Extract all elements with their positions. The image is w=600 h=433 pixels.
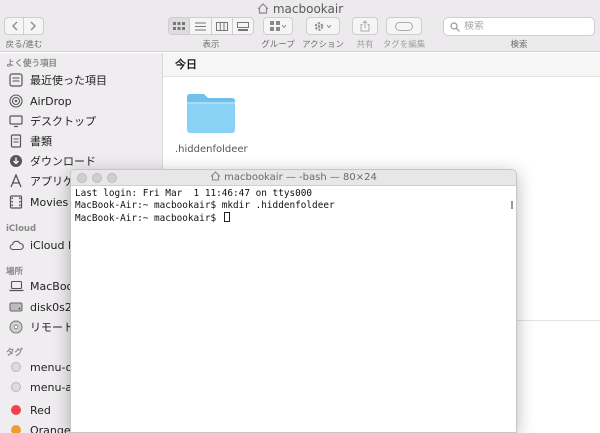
grid-icon [173,21,186,30]
terminal-title-text: macbookair — -bash — 80×24 [224,172,377,183]
window-title: macbookair [0,2,600,16]
terminal-scrollbar[interactable] [511,201,513,209]
back-forward-label: 戻る/進む [5,40,43,50]
search-label: 検索 [510,40,528,50]
forward-button[interactable] [24,17,44,35]
group-button[interactable] [263,17,293,35]
view-label: 表示 [202,40,220,50]
sidebar-item-remote-disc[interactable]: リモート [8,317,74,337]
sidebar-item-label: Red [30,403,51,417]
gallery-view-button[interactable] [233,18,253,34]
sidebar-item-label: ダウンロード [30,155,96,168]
terminal-titlebar[interactable]: macbookair — -bash — 80×24 [71,170,516,186]
share-button[interactable] [352,17,378,35]
desktop-icon [8,113,24,129]
icon-view-button[interactable] [169,18,191,34]
search-input[interactable] [464,21,584,32]
sidebar-item-applications[interactable]: アプリケ [8,171,74,191]
search-icon [450,21,460,32]
folder-item[interactable]: .hiddenfoldeer [175,91,248,155]
sidebar-item-desktop[interactable]: デスクトップ [8,111,96,131]
finder-toolbar: macbookair 戻る/進む 表示 グループ アクション 共有 タグを編集 … [0,0,600,52]
sidebar-item-airdrop[interactable]: AirDrop [8,91,72,111]
sidebar-item-label: デスクトップ [30,115,96,128]
sidebar-item-documents[interactable]: 書類 [8,131,52,151]
chevron-left-icon [11,21,17,31]
sidebar-item-label: menu-o [30,360,73,374]
group-grid-icon [270,21,286,31]
tag-icon [395,21,413,31]
sidebar-item-macbook[interactable]: MacBoo [8,276,73,296]
list-view-button[interactable] [190,18,212,34]
share-label: 共有 [356,40,374,50]
terminal-window[interactable]: macbookair — -bash — 80×24 Last login: F… [70,169,517,433]
airdrop-icon [8,93,24,109]
columns-icon [215,21,228,31]
document-icon [8,133,24,149]
terminal-line: Last login: Fri Mar 1 11:46:47 on ttys00… [75,188,313,199]
icloud-icon [8,237,24,253]
tag-color-dot [11,405,21,415]
edit-tags-label: タグを編集 [382,40,426,50]
sidebar-item-tag-red[interactable]: Red [8,400,51,420]
folder-icon [187,94,235,133]
download-icon [8,153,24,169]
sidebar-item-label: Orange [30,423,71,433]
sidebar-item-label: リモート [30,321,74,334]
applications-icon [8,173,24,189]
sidebar-item-label: menu-a [30,380,73,394]
action-label: アクション [301,40,345,50]
remote-disc-icon [8,319,24,335]
tag-color-dot [11,382,21,392]
group-label: グループ [261,40,295,50]
sidebar-item-label: 書類 [30,135,52,148]
gallery-icon [236,21,249,31]
movies-icon [8,194,24,210]
sidebar-item-label: 最近使った項目 [30,74,107,87]
terminal-prompt: MacBook-Air:~ macbookair$ [75,213,222,224]
sidebar-item-tag[interactable]: menu-o [8,357,72,377]
share-icon [360,20,370,32]
sidebar-item-movies[interactable]: Movies [8,192,68,212]
icloud-header: iCloud [6,224,37,234]
sidebar-item-label: disk0s2 [30,300,72,314]
terminal-title: macbookair — -bash — 80×24 [71,171,516,183]
back-button[interactable] [4,17,24,35]
tag-color-dot [11,425,21,433]
sidebar-item-tag[interactable]: menu-a [8,377,72,397]
clock-icon [8,72,24,88]
sidebar-item-recents[interactable]: 最近使った項目 [8,70,107,90]
sidebar-item-label: MacBoo [30,279,74,293]
view-mode-control [168,17,254,35]
folder-name: .hiddenfoldeer [175,144,248,155]
edit-tags-button[interactable] [386,17,422,35]
home-icon [210,171,221,181]
action-button[interactable] [306,17,340,35]
chevron-right-icon [30,21,36,31]
sidebar-item-disk0s2[interactable]: disk0s2 [8,297,72,317]
sidebar-item-tag-orange[interactable]: Orange [8,420,71,433]
terminal-prompt-line: MacBook-Air:~ macbookair$ [75,212,512,225]
sidebar-item-icloud-drive[interactable]: iCloud D [8,235,76,255]
text-cursor [223,212,230,222]
home-icon [257,3,269,14]
list-icon [194,22,206,30]
laptop-icon [8,278,24,294]
column-view-button[interactable] [212,18,233,34]
section-header-today: 今日 [163,53,600,77]
sidebar-item-label: AirDrop [30,94,72,108]
disk-icon [8,299,24,315]
tag-color-dot [11,362,21,372]
terminal-line: MacBook-Air:~ macbookair$ mkdir .hiddenf… [75,200,335,211]
sidebar-item-downloads[interactable]: ダウンロード [8,151,96,171]
sidebar-item-label: Movies [30,195,69,209]
window-title-text: macbookair [272,2,344,16]
favorites-header: よく使う項目 [6,59,58,69]
gear-icon [314,21,332,31]
terminal-output[interactable]: Last login: Fri Mar 1 11:46:47 on ttys00… [71,186,516,227]
divider [517,320,600,321]
sidebar-item-label: アプリケ [30,175,74,188]
search-field[interactable] [443,17,595,36]
